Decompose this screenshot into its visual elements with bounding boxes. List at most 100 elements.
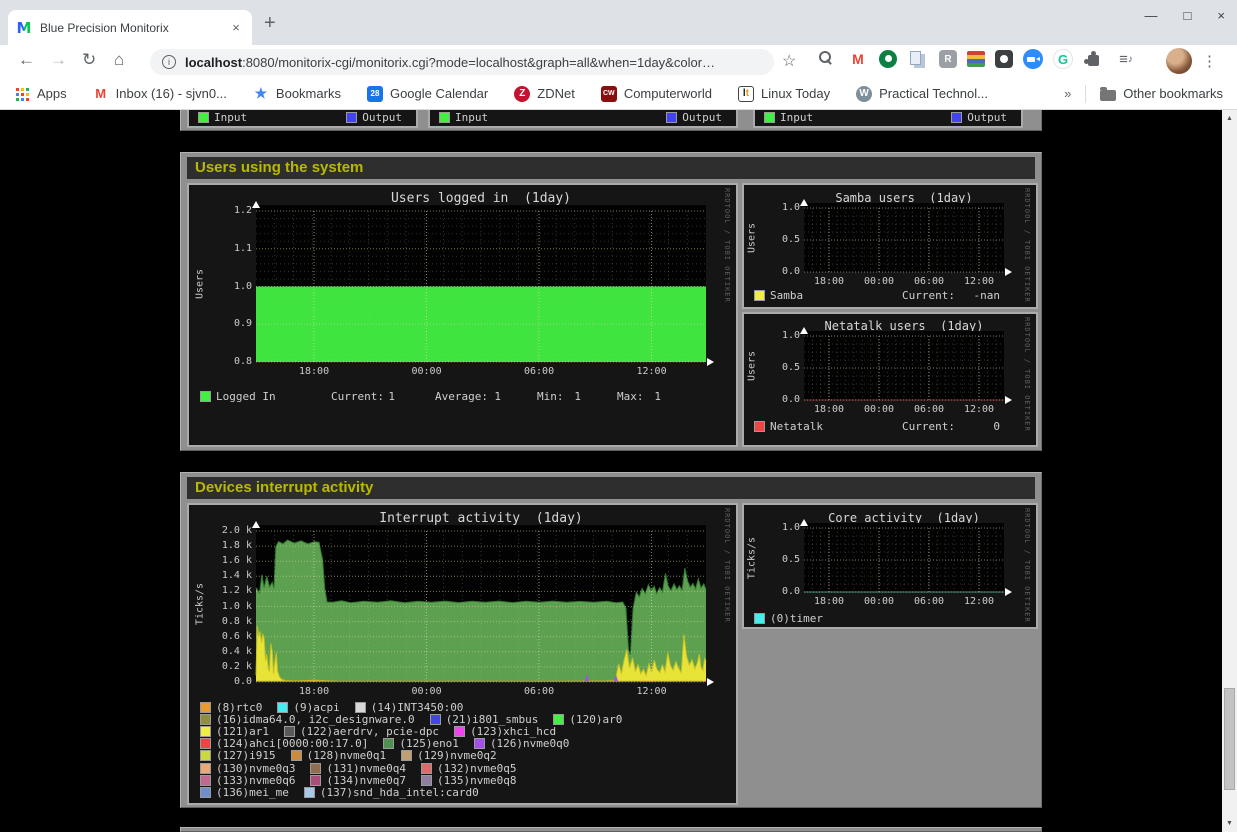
svg-text:M: M [17,20,32,36]
bookmark-item[interactable]: Practical Technol... [856,86,988,102]
samba-users-graph[interactable]: Samba users (1day)UsersRRDTOOL / TOBI OE… [742,183,1038,309]
legend-swatch [475,739,484,748]
bookmarks-separator [1085,85,1086,103]
close-button[interactable]: × [1217,8,1225,23]
legend-output: Output [952,111,1007,124]
bookmarks-overflow-button[interactable]: » [1064,86,1071,101]
menu-kebab-icon[interactable]: ⋮ [1202,52,1217,70]
y-tick-label: 0.0 [770,586,800,597]
legend-swatch [402,751,411,760]
scroll-down-arrow[interactable]: ▼ [1222,815,1237,832]
star-icon [253,86,269,102]
legend-item: (129)nvme0q2 [402,749,496,762]
bookmark-item[interactable]: ZDNet [514,86,575,102]
bookmark-item[interactable]: Bookmarks [253,86,341,102]
users-logged-in-graph[interactable]: Users logged in (1day)UsersRRDTOOL / TOB… [187,183,738,447]
y-tick-label: 1.0 k [208,601,252,612]
legend-label: (128)nvme0q1 [307,749,386,762]
y-tick-label: 0.0 [208,676,252,687]
bookmark-item[interactable]: Inbox (16) - sjvn0... [93,86,227,102]
network-graph-panel[interactable]: InputOutput [187,110,418,128]
url-text[interactable]: localhost:8080/monitorix-cgi/monitorix.c… [185,55,715,70]
maximize-button[interactable]: □ [1184,8,1192,23]
scroll-up-arrow[interactable]: ▲ [1222,110,1237,127]
grammarly-icon[interactable] [1053,49,1073,69]
zdnet-icon [514,86,530,102]
graph-legend: (0)timer [744,612,1036,624]
legend-stat-label: Max: [617,390,644,403]
legend-swatch [201,392,210,401]
profile-avatar[interactable] [1166,48,1192,74]
x-tick-label: 18:00 [804,596,854,607]
monitorix-favicon: M [16,20,32,36]
next-section-peek [180,827,1042,832]
interrupt-activity-graph[interactable]: Interrupt activity (1day)Ticks/sRRDTOOL … [187,503,738,805]
y-tick-label: 0.0 [770,394,800,405]
legend-label: (8)rtc0 [216,701,262,714]
page-content: InputOutput InputOutput InputOutput User… [0,110,1222,832]
network-graph-panel[interactable]: InputOutput [753,110,1023,128]
sleep-icon[interactable] [995,50,1013,68]
graph-legend: Logged InCurrent:1Average:1Min:1Max:1 [189,390,736,402]
legend-label: (130)nvme0q3 [216,762,295,775]
x-tick-label: 12:00 [627,686,677,697]
legend-label: (132)nvme0q5 [437,762,516,775]
back-button[interactable]: ← [18,50,35,70]
legend-item: (132)nvme0q5 [422,762,516,775]
bookmark-item[interactable]: Apps [14,86,67,102]
contact-icon[interactable] [879,50,897,68]
y-tick-label: 0.5 [770,554,800,565]
legend-swatch [356,703,365,712]
playlist-icon[interactable] [1115,48,1137,70]
home-button[interactable]: ⌂ [114,50,124,70]
x-tick-label: 06:00 [904,404,954,415]
legend-item: Netatalk [755,420,823,433]
site-info-icon[interactable]: i [162,55,176,69]
legend-output: Output [347,111,402,124]
legend-swatch [201,751,210,760]
other-bookmarks-button[interactable]: Other bookmarks [1100,86,1223,101]
plot-area [189,185,736,445]
copy-pages-icon[interactable] [907,48,929,70]
legend-stat-value: -nan [942,289,1000,302]
bookmark-item[interactable]: Computerworld [601,86,712,102]
zoom-icon[interactable] [1023,49,1043,69]
minimize-button[interactable]: — [1145,8,1158,23]
legend-label: (16)idma64.0, i2c_designware.0 [216,713,415,726]
x-tick-label: 00:00 [854,404,904,415]
legend-swatch [201,788,210,797]
forward-button[interactable]: → [50,50,67,70]
tab-close-icon[interactable]: × [228,20,244,35]
gmail-icon [93,86,109,102]
netatalk-users-graph[interactable]: Netatalk users (1day)UsersRRDTOOL / TOBI… [742,312,1038,447]
bookmark-item[interactable]: Google Calendar [367,86,488,102]
reload-button[interactable]: ↻ [82,50,96,70]
legend-label: (14)INT3450:00 [371,701,464,714]
books-icon[interactable] [967,51,985,67]
section-title: Devices interrupt activity [187,477,1035,499]
scrollbar-thumb[interactable] [1224,688,1235,790]
legend-item: (133)nvme0q6 [201,774,295,787]
calendar-28-icon [367,86,383,102]
y-tick-label: 1.8 k [208,540,252,551]
bookmark-item[interactable]: Linux Today [738,86,830,102]
search-icon[interactable] [815,48,837,70]
network-graph-panel[interactable]: InputOutput [428,110,738,128]
vertical-scrollbar[interactable]: ▲ ▼ [1222,110,1237,832]
legend-item: (8)rtc0 [201,701,262,714]
legend-label: Netatalk [770,420,823,433]
puzzle-icon[interactable] [1083,48,1105,70]
browser-tab[interactable]: M Blue Precision Monitorix × [8,10,252,45]
legend-swatch [292,751,301,760]
new-tab-button[interactable]: + [264,12,276,35]
y-tick-label: 0.8 k [208,616,252,627]
legend-output: Output [667,111,722,124]
legend-swatch [311,776,320,785]
core-activity-graph[interactable]: Core activity (1day)Ticks/sRRDTOOL / TOB… [742,503,1038,629]
legend-label: (121)ar1 [216,725,269,738]
graph-legend: InputOutput [430,110,736,126]
gmail-icon[interactable] [847,48,869,70]
address-bar[interactable]: i localhost:8080/monitorix-cgi/monitorix… [150,49,774,75]
bookmark-star-icon[interactable]: ☆ [782,51,796,71]
recorder-icon[interactable] [939,50,957,68]
